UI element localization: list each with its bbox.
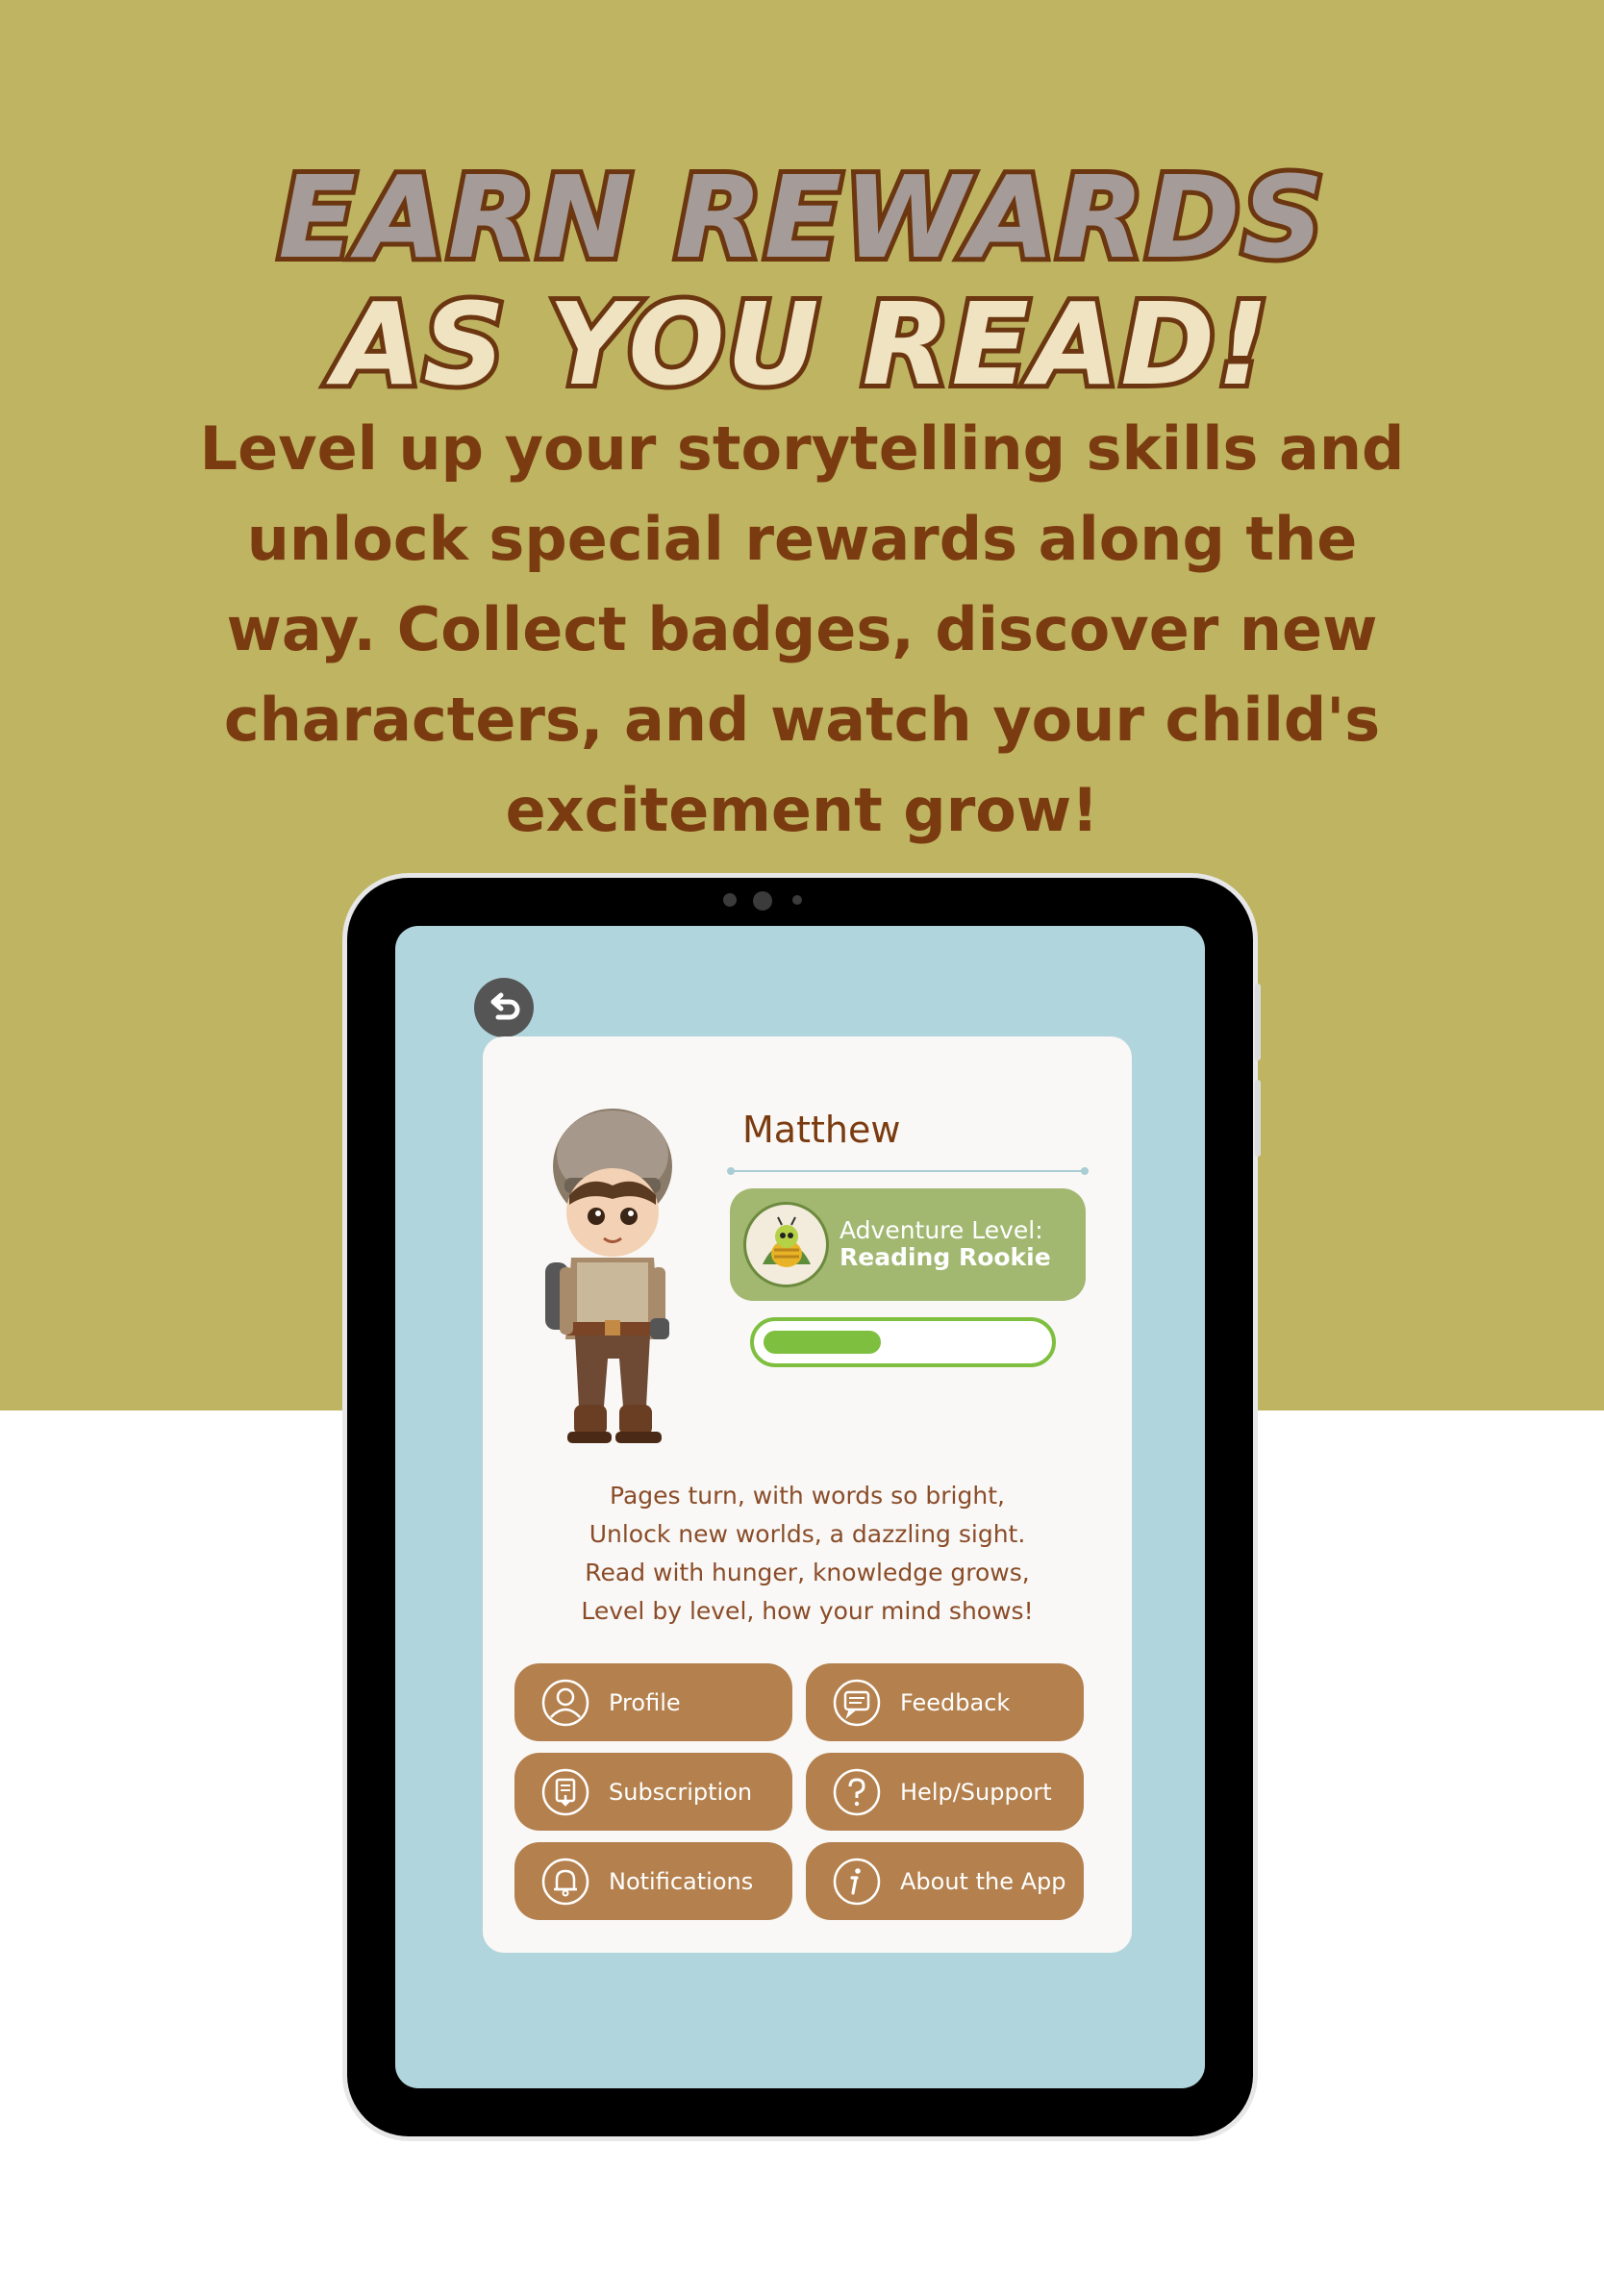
- bell-icon: [541, 1858, 589, 1906]
- explorer-avatar: [545, 1109, 672, 1443]
- undo-arrow-icon: [490, 992, 520, 1020]
- profile-button[interactable]: Profile: [514, 1663, 792, 1741]
- camera-lens: [753, 891, 772, 911]
- tablet-device: Matthew Adventure Level: Reading Rookie …: [347, 878, 1261, 2136]
- help-support-button[interactable]: Help/Support: [806, 1753, 1084, 1831]
- app-screen: Matthew Adventure Level: Reading Rookie …: [395, 926, 1205, 2088]
- info-icon: [833, 1858, 881, 1906]
- menu-label: Notifications: [609, 1867, 754, 1895]
- tagline: Level up your storytelling skills and un…: [199, 413, 1405, 845]
- level-progress-fill: [764, 1331, 881, 1354]
- poem-line: Unlock new worlds, a dazzling sight.: [589, 1520, 1026, 1548]
- poem-line: Read with hunger, knowledge grows,: [585, 1559, 1030, 1586]
- level-text: Adventure Level: Reading Rookie: [840, 1217, 1051, 1271]
- menu-label: Feedback: [900, 1688, 1011, 1716]
- question-icon: [833, 1768, 881, 1816]
- feedback-button[interactable]: Feedback: [806, 1663, 1084, 1741]
- tablet-side-button: [1255, 984, 1261, 1061]
- menu-label: About the App: [900, 1867, 1066, 1895]
- chat-icon: [833, 1679, 881, 1727]
- headline: Earn Rewards As You Read!: [0, 149, 1604, 412]
- camera-sensor: [792, 895, 802, 905]
- subscription-icon: [541, 1768, 589, 1816]
- about-app-button[interactable]: About the App: [806, 1842, 1084, 1920]
- name-underline: [727, 1167, 1089, 1175]
- settings-menu: Profile Feedback Subscription Help/Suppo…: [514, 1663, 1084, 1920]
- profile-card: Matthew Adventure Level: Reading Rookie …: [483, 1036, 1132, 1953]
- level-name: Reading Rookie: [840, 1243, 1051, 1271]
- headline-line-1: Earn Rewards: [273, 149, 1328, 286]
- menu-label: Subscription: [609, 1778, 753, 1806]
- back-button[interactable]: [474, 978, 534, 1037]
- notifications-button[interactable]: Notifications: [514, 1842, 792, 1920]
- menu-label: Help/Support: [900, 1778, 1052, 1806]
- caterpillar-icon: [743, 1202, 829, 1287]
- poem: Pages turn, with words so bright, Unlock…: [483, 1477, 1132, 1631]
- headline-line-2: As You Read!: [329, 276, 1273, 412]
- level-label: Adventure Level:: [840, 1216, 1043, 1244]
- level-progress-bar: [750, 1317, 1056, 1367]
- poem-line: Pages turn, with words so bright,: [610, 1482, 1005, 1510]
- tablet-side-button: [1255, 1080, 1261, 1157]
- camera-dot: [723, 893, 737, 907]
- subscription-button[interactable]: Subscription: [514, 1753, 792, 1831]
- adventure-level-badge: Adventure Level: Reading Rookie: [730, 1188, 1086, 1301]
- user-name: Matthew: [742, 1109, 901, 1151]
- poem-line: Level by level, how your mind shows!: [581, 1597, 1034, 1625]
- user-icon: [541, 1679, 589, 1727]
- menu-label: Profile: [609, 1688, 681, 1716]
